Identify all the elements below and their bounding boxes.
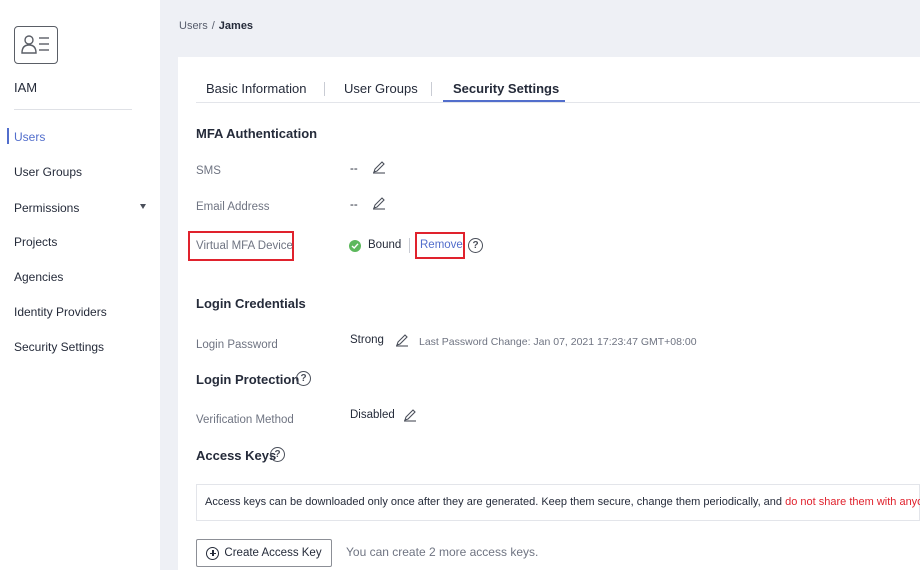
breadcrumb: Users / James <box>179 20 253 32</box>
breadcrumb-separator: / <box>211 20 215 32</box>
sidebar-item-projects[interactable]: Projects <box>14 235 57 249</box>
sidebar-item-identity-providers[interactable]: Identity Providers <box>14 305 107 319</box>
sidebar: IAM Users User Groups Permissions Projec… <box>0 0 160 570</box>
plus-circle-icon <box>206 546 220 560</box>
notice-text: Access keys can be downloaded only once … <box>205 496 786 508</box>
mfa-section-title: MFA Authentication <box>196 126 318 141</box>
password-strength: Strong <box>350 334 384 346</box>
user-card-icon <box>14 26 58 64</box>
device-status: Bound <box>368 239 402 251</box>
app-name: IAM <box>14 80 38 95</box>
tab-user-groups[interactable]: User Groups <box>344 81 418 96</box>
chevron-down-icon[interactable] <box>140 204 146 209</box>
help-icon[interactable]: ? <box>270 447 285 462</box>
help-icon[interactable]: ? <box>468 238 483 253</box>
sidebar-item-agencies[interactable]: Agencies <box>14 270 63 284</box>
create-access-key-button[interactable]: Create Access Key <box>196 539 332 567</box>
virtual-mfa-device-label: Virtual MFA Device <box>196 240 293 252</box>
active-indicator <box>7 128 9 144</box>
access-key-notice: Access keys can be downloaded only once … <box>196 484 920 521</box>
sms-label: SMS <box>196 165 221 177</box>
create-access-key-label: Create Access Key <box>224 547 322 559</box>
last-password-change: Last Password Change: Jan 07, 2021 17:23… <box>419 336 697 348</box>
edit-password-icon[interactable] <box>395 333 409 347</box>
verification-method-value: Disabled <box>350 409 395 421</box>
help-icon[interactable]: ? <box>296 371 311 386</box>
notice-warning: do not share them with anyone. <box>785 496 920 508</box>
tab-bar-rule <box>196 102 920 103</box>
remove-mfa-link[interactable]: Remove <box>420 239 463 251</box>
check-circle-icon <box>349 240 361 252</box>
login-credentials-title: Login Credentials <box>196 296 306 311</box>
sidebar-item-users[interactable]: Users <box>14 130 45 144</box>
access-key-hint: You can create 2 more access keys. <box>346 545 539 559</box>
action-divider <box>409 238 410 253</box>
tab-divider <box>431 82 432 96</box>
sms-value: -- <box>350 163 358 175</box>
breadcrumb-parent[interactable]: Users <box>179 20 208 32</box>
edit-verification-icon[interactable] <box>403 408 417 422</box>
sidebar-item-user-groups[interactable]: User Groups <box>14 165 82 179</box>
tab-divider <box>324 82 325 96</box>
breadcrumb-current: James <box>218 20 254 32</box>
email-address-value: -- <box>350 199 358 211</box>
sidebar-item-security-settings[interactable]: Security Settings <box>14 340 104 354</box>
login-password-label: Login Password <box>196 339 278 351</box>
verification-method-label: Verification Method <box>196 414 294 426</box>
access-keys-title: Access Keys <box>196 448 277 463</box>
edit-email-icon[interactable] <box>372 196 386 210</box>
edit-sms-icon[interactable] <box>372 160 386 174</box>
active-tab-underline <box>443 100 565 102</box>
email-address-label: Email Address <box>196 201 270 213</box>
tab-basic-information[interactable]: Basic Information <box>206 81 306 96</box>
tab-security-settings[interactable]: Security Settings <box>453 81 559 96</box>
login-protection-title: Login Protection <box>196 372 300 387</box>
sidebar-divider <box>14 109 132 110</box>
sidebar-item-permissions[interactable]: Permissions <box>14 201 79 215</box>
